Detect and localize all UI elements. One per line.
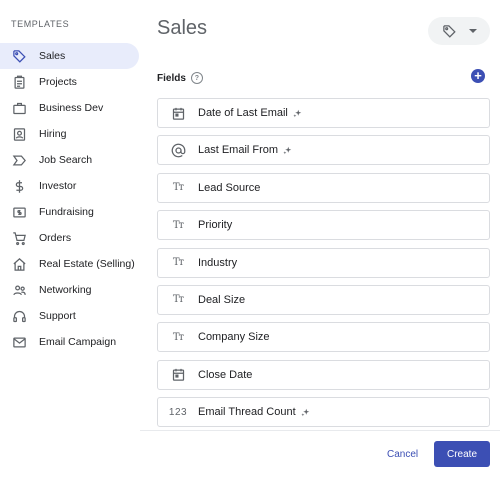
sidebar-item-hiring[interactable]: Hiring xyxy=(0,121,139,147)
sidebar-item-job-search[interactable]: Job Search xyxy=(0,147,139,173)
sparkle-icon xyxy=(293,109,302,118)
sidebar-item-sales[interactable]: Sales xyxy=(0,43,139,69)
sidebar-item-email-campaign[interactable]: Email Campaign xyxy=(0,329,139,355)
field-row-close-date[interactable]: Close Date xyxy=(157,359,490,390)
field-row-priority[interactable]: Tт Priority xyxy=(157,210,490,241)
number-icon: 123 xyxy=(168,406,188,418)
help-icon[interactable]: ? xyxy=(190,72,203,84)
sidebar-item-real-estate[interactable]: Real Estate (Selling) xyxy=(0,251,139,277)
briefcase-icon xyxy=(11,100,27,116)
mail-icon xyxy=(11,334,27,350)
field-row-deal-size[interactable]: Tт Deal Size xyxy=(157,284,490,315)
field-row-industry[interactable]: Tт Industry xyxy=(157,247,490,278)
sidebar-item-label: Orders xyxy=(39,232,72,244)
sidebar-item-projects[interactable]: Projects xyxy=(0,69,139,95)
home-icon xyxy=(11,256,27,272)
field-row-company-size[interactable]: Tт Company Size xyxy=(157,322,490,353)
create-button[interactable]: Create xyxy=(434,441,490,467)
text-type-icon: Tт xyxy=(172,331,184,343)
text-type-icon: Tт xyxy=(172,182,184,194)
field-list: Date of Last Email Last Email From Tт Le… xyxy=(157,98,490,435)
sparkle-icon xyxy=(283,146,292,155)
sidebar-item-label: Job Search xyxy=(39,154,93,166)
field-row-last-email-from[interactable]: Last Email From xyxy=(157,135,490,166)
caret-down-icon xyxy=(468,29,477,33)
field-label: Date of Last Email xyxy=(198,107,288,119)
cancel-button[interactable]: Cancel xyxy=(383,442,422,466)
sidebar-item-orders[interactable]: Orders xyxy=(0,225,139,251)
fields-header: Fields ? xyxy=(157,72,203,84)
at-icon xyxy=(170,142,186,158)
add-field-button[interactable]: + xyxy=(471,69,485,83)
field-label: Close Date xyxy=(198,368,253,381)
dollar-icon xyxy=(11,178,27,194)
text-type-icon: Tт xyxy=(172,294,184,306)
dialog-footer: Cancel Create xyxy=(140,430,500,478)
chevron-tag-icon xyxy=(11,152,27,168)
tag-dropdown[interactable] xyxy=(428,17,490,45)
field-row-email-thread-count[interactable]: 123 Email Thread Count xyxy=(157,397,490,428)
calendar-icon xyxy=(170,105,186,121)
headset-icon xyxy=(11,308,27,324)
field-row-lead-source[interactable]: Tт Lead Source xyxy=(157,172,490,203)
page-title: Sales xyxy=(157,17,208,39)
sidebar-item-label: Support xyxy=(39,310,76,322)
field-label: Last Email From xyxy=(198,144,279,157)
sparkle-icon xyxy=(301,408,310,417)
sidebar-item-label: Fundraising xyxy=(39,206,94,218)
sidebar-item-support[interactable]: Support xyxy=(0,303,139,329)
field-label: Industry xyxy=(198,256,238,269)
field-label: Lead Source xyxy=(198,181,261,194)
cart-icon xyxy=(11,230,27,246)
sidebar-item-label: Networking xyxy=(39,284,92,296)
clipboard-icon xyxy=(11,74,27,90)
field-label: Priority xyxy=(198,219,233,232)
text-type-icon: Tт xyxy=(172,257,184,269)
field-label: Email Thread Count xyxy=(198,406,296,419)
badge-icon xyxy=(11,126,27,142)
people-icon xyxy=(11,282,27,298)
calendar-icon xyxy=(170,367,186,383)
sidebar-item-label: Business Dev xyxy=(39,102,104,114)
sidebar-list: Sales Projects Business Dev Hiring Job S… xyxy=(0,43,140,355)
field-label: Deal Size xyxy=(198,293,246,306)
sidebar-item-label: Email Campaign xyxy=(39,336,117,348)
sidebar-item-fundraising[interactable]: Fundraising xyxy=(0,199,139,225)
fields-label: Fields xyxy=(157,72,186,84)
sidebar-item-investor[interactable]: Investor xyxy=(0,173,139,199)
sidebar-heading: TEMPLATES xyxy=(11,19,70,29)
sidebar-item-label: Hiring xyxy=(39,128,67,140)
sidebar-item-label: Projects xyxy=(39,76,77,88)
sidebar-item-label: Investor xyxy=(39,180,77,192)
tag-icon xyxy=(442,24,456,38)
sidebar-item-label: Sales xyxy=(39,50,66,62)
template-detail: Sales Fields ? + Date of Last Email Last… xyxy=(140,0,500,477)
sidebar-item-networking[interactable]: Networking xyxy=(0,277,139,303)
text-type-icon: Tт xyxy=(172,219,184,231)
sidebar-item-business-dev[interactable]: Business Dev xyxy=(0,95,139,121)
field-label: Company Size xyxy=(198,331,270,344)
templates-sidebar: TEMPLATES Sales Projects Business Dev Hi… xyxy=(0,0,140,477)
field-row-date-of-last-email[interactable]: Date of Last Email xyxy=(157,98,490,128)
sidebar-item-label: Real Estate (Selling) xyxy=(39,258,135,270)
tag-icon xyxy=(11,48,27,64)
money-icon xyxy=(11,204,27,220)
